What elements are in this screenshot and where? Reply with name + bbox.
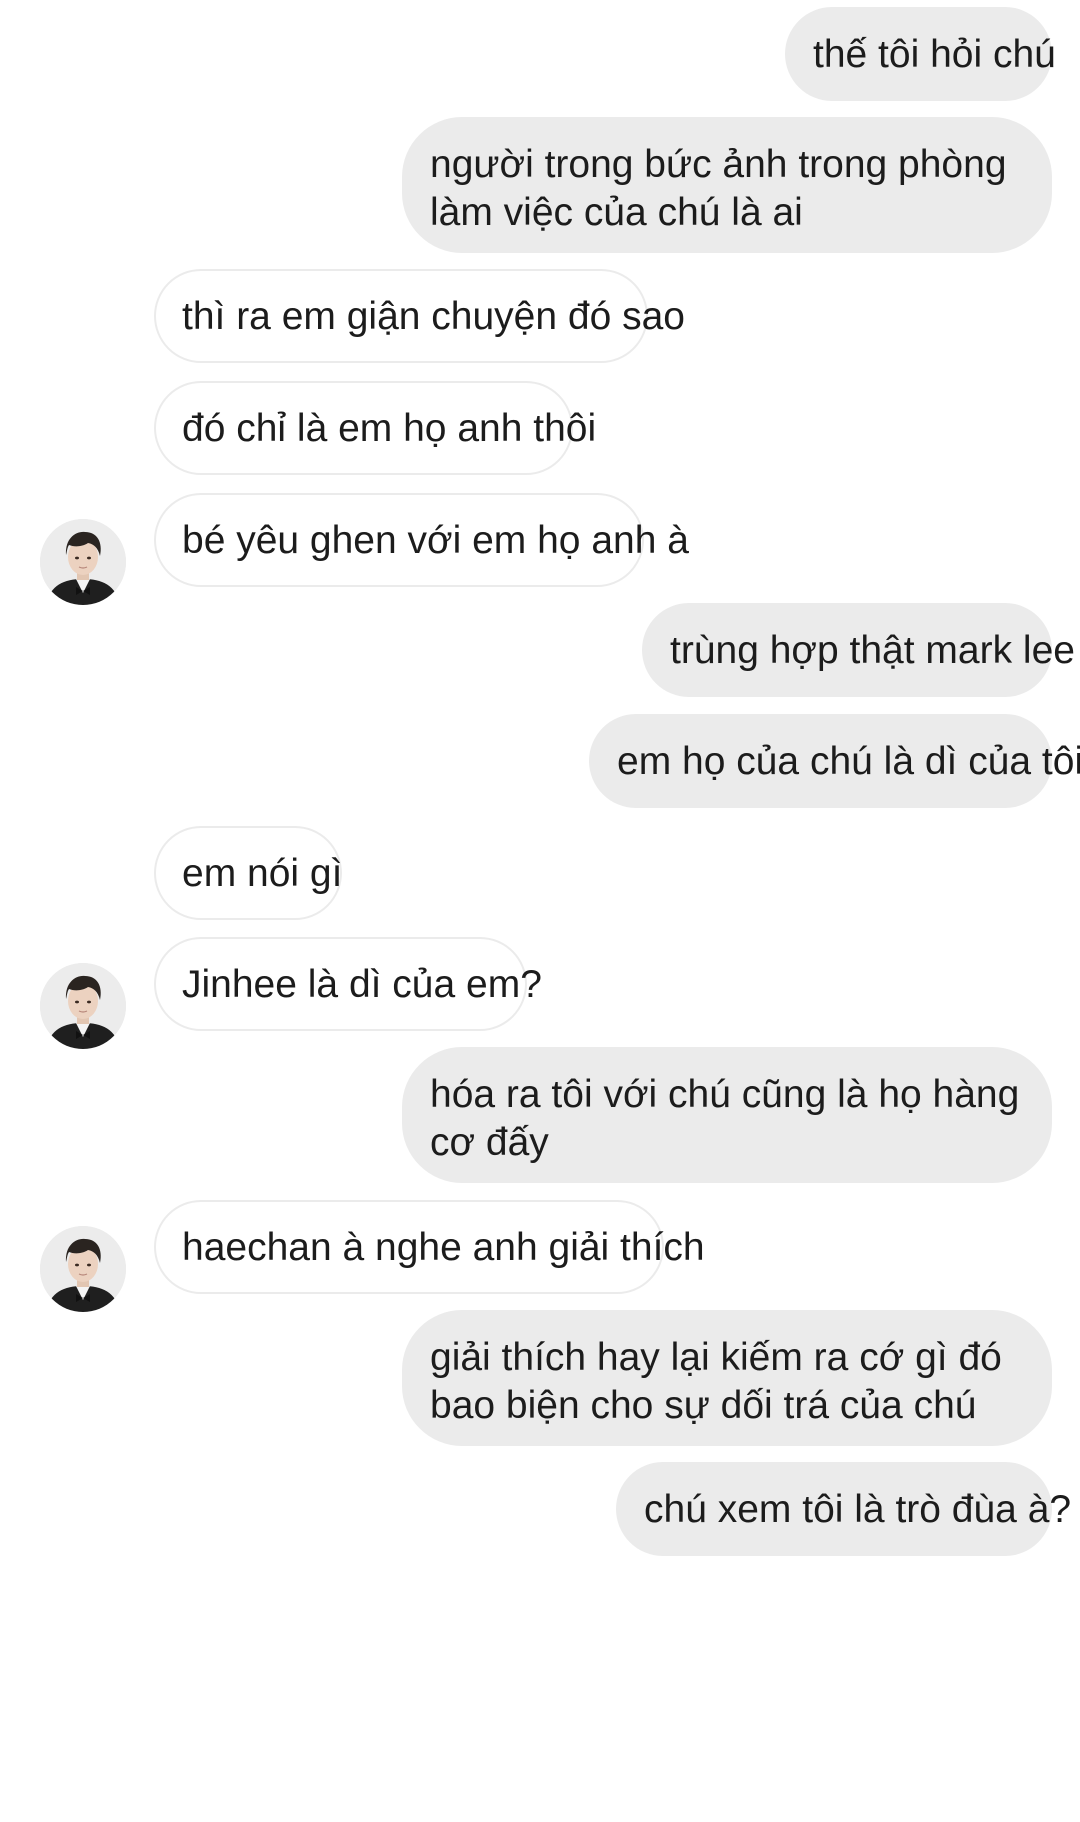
profile-photo-icon xyxy=(40,1226,126,1312)
incoming-message[interactable]: Jinhee là dì của em? xyxy=(154,937,542,1031)
incoming-message[interactable]: em nói gì xyxy=(154,826,342,920)
outgoing-message[interactable]: chú xem tôi là trò đùa à? xyxy=(616,1462,1071,1556)
outgoing-message[interactable]: thế tôi hỏi chú xyxy=(785,7,1056,101)
profile-photo-icon xyxy=(40,963,126,1049)
incoming-message[interactable]: bé yêu ghen với em họ anh à xyxy=(154,493,689,587)
chat-thread: thế tôi hỏi chú người trong bức ảnh tron… xyxy=(0,0,1080,1822)
incoming-message[interactable]: thì ra em giận chuyện đó sao xyxy=(154,269,685,363)
outgoing-message[interactable]: người trong bức ảnh trong phòng làm việc… xyxy=(402,117,1052,253)
outgoing-message[interactable]: em họ của chú là dì của tôi xyxy=(589,714,1080,808)
outgoing-message[interactable]: giải thích hay lại kiếm ra cớ gì đó bao … xyxy=(402,1310,1052,1446)
sender-avatar[interactable] xyxy=(40,1226,126,1312)
incoming-message[interactable]: haechan à nghe anh giải thích xyxy=(154,1200,705,1294)
outgoing-message[interactable]: hóa ra tôi với chú cũng là họ hàng cơ đấ… xyxy=(402,1047,1052,1183)
outgoing-message[interactable]: trùng hợp thật mark lee xyxy=(642,603,1075,697)
sender-avatar[interactable] xyxy=(40,519,126,605)
profile-photo-icon xyxy=(40,519,126,605)
sender-avatar[interactable] xyxy=(40,963,126,1049)
incoming-message[interactable]: đó chỉ là em họ anh thôi xyxy=(154,381,596,475)
